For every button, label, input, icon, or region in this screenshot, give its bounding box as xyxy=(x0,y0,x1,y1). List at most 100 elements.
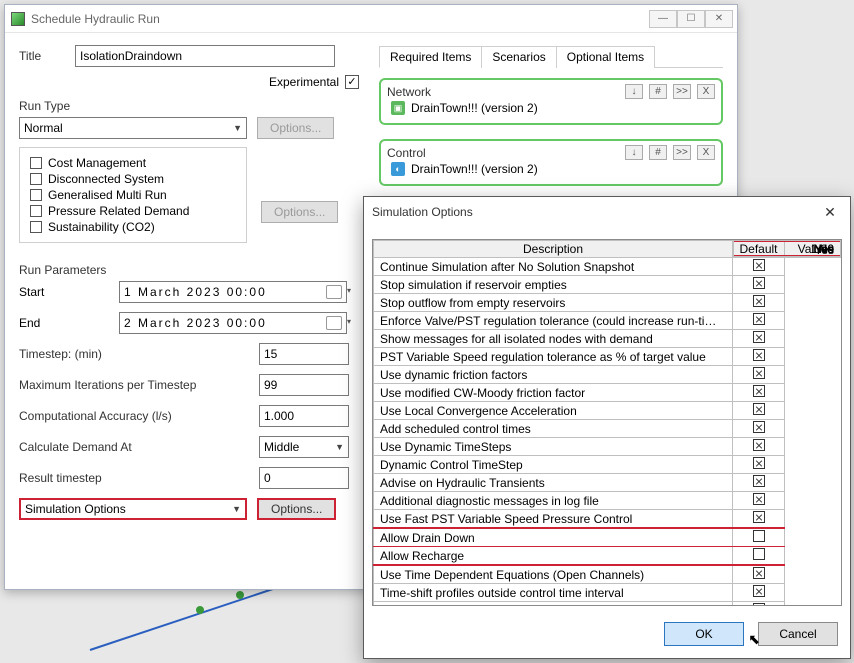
table-row[interactable]: Stop outflow from empty reservoirsYes xyxy=(374,294,841,312)
table-row[interactable]: Continue Simulation after No Solution Sn… xyxy=(374,258,841,276)
table-row[interactable]: Use Time Dependent Equations (Open Chann… xyxy=(374,565,841,584)
checkbox-icon xyxy=(753,403,765,415)
cell-default[interactable] xyxy=(733,474,785,492)
end-date-picker[interactable]: 2 March 2023 00:00 xyxy=(119,312,347,334)
check-option[interactable]: Disconnected System xyxy=(30,172,236,186)
card-x-button[interactable]: X xyxy=(697,84,715,99)
card-fwd-button[interactable]: >> xyxy=(673,84,691,99)
card-hash-button[interactable]: # xyxy=(649,145,667,160)
card-hash-button[interactable]: # xyxy=(649,84,667,99)
card-down-button[interactable]: ↓ xyxy=(625,145,643,160)
accuracy-input[interactable] xyxy=(259,405,349,427)
table-row[interactable]: Stop simulation if reservoir emptiesNo xyxy=(374,276,841,294)
cell-description: Use dynamic friction factors xyxy=(374,366,733,384)
cell-description: Additional diagnostic messages in log fi… xyxy=(374,492,733,510)
maximize-button[interactable]: ☐ xyxy=(677,10,705,28)
simoptions-select[interactable]: Simulation Options ▼ xyxy=(19,498,247,520)
table-row[interactable]: Advise on Hydraulic TransientsNo xyxy=(374,474,841,492)
tab-required-items[interactable]: Required Items xyxy=(379,46,482,68)
cell-default[interactable] xyxy=(733,547,785,566)
cell-default[interactable] xyxy=(733,330,785,348)
chevron-down-icon: ▼ xyxy=(335,442,344,452)
cell-value[interactable]: No xyxy=(733,240,841,257)
table-row[interactable]: Use Dynamic TimeStepsNo xyxy=(374,438,841,456)
minimize-button[interactable]: — xyxy=(649,10,677,28)
cell-default[interactable] xyxy=(733,276,785,294)
cell-default[interactable] xyxy=(733,584,785,602)
table-row[interactable]: Additional diagnostic messages in log fi… xyxy=(374,492,841,510)
check-option[interactable]: Generalised Multi Run xyxy=(30,188,236,202)
tab-optional-items[interactable]: Optional Items xyxy=(556,46,655,68)
card-fwd-button[interactable]: >> xyxy=(673,145,691,160)
cell-description: Advise on Hydraulic Transients xyxy=(374,474,733,492)
checkbox-icon xyxy=(753,349,765,361)
cell-default[interactable] xyxy=(733,492,785,510)
experimental-checkbox[interactable] xyxy=(345,75,359,89)
simoptions-button[interactable]: Options... xyxy=(257,498,336,520)
cancel-button[interactable]: Cancel xyxy=(758,622,838,646)
timestep-input[interactable] xyxy=(259,343,349,365)
cell-default[interactable] xyxy=(733,312,785,330)
cell-default[interactable] xyxy=(733,438,785,456)
table-row[interactable]: Iter Step setting for PRV valvesNo xyxy=(374,602,841,607)
maxiter-input[interactable] xyxy=(259,374,349,396)
table-row[interactable]: Use Fast PST Variable Speed Pressure Con… xyxy=(374,510,841,529)
calendar-icon xyxy=(326,285,342,299)
check-option[interactable]: Sustainability (CO2) xyxy=(30,220,236,234)
cell-default[interactable] xyxy=(733,420,785,438)
ok-button[interactable]: OK xyxy=(664,622,744,646)
cell-default[interactable] xyxy=(733,348,785,366)
table-row[interactable]: Use Local Convergence AccelerationYes xyxy=(374,402,841,420)
checkbox-icon xyxy=(753,548,765,560)
check-option[interactable]: Cost Management xyxy=(30,156,236,170)
cell-default[interactable] xyxy=(733,528,785,547)
tab-scenarios[interactable]: Scenarios xyxy=(481,46,556,68)
cell-default[interactable] xyxy=(733,602,785,607)
calcdemand-select[interactable]: Middle ▼ xyxy=(259,436,349,458)
title-input[interactable] xyxy=(75,45,335,67)
table-row[interactable]: Use modified CW-Moody friction factorYes xyxy=(374,384,841,402)
cell-default[interactable] xyxy=(733,565,785,584)
runtype-options-button[interactable]: Options... xyxy=(257,117,334,139)
table-row[interactable]: Show messages for all isolated nodes wit… xyxy=(374,330,841,348)
cell-default[interactable] xyxy=(733,258,785,276)
cell-description: Stop outflow from empty reservoirs xyxy=(374,294,733,312)
table-row[interactable]: Allow Drain DownYes xyxy=(374,528,841,547)
table-row[interactable]: Time-shift profiles outside control time… xyxy=(374,584,841,602)
close-button[interactable]: ✕ xyxy=(705,10,733,28)
cell-description: PST Variable Speed regulation tolerance … xyxy=(374,348,733,366)
table-row[interactable]: Add scheduled control timesNo xyxy=(374,420,841,438)
table-row[interactable]: Allow RechargeYes xyxy=(374,547,841,566)
checkbox-icon xyxy=(30,221,42,233)
check-option[interactable]: Pressure Related Demand xyxy=(30,204,236,218)
network-card: Network ↓ # >> X ▣ DrainTown!!! (version… xyxy=(379,78,723,125)
titlebar: Schedule Hydraulic Run — ☐ ✕ xyxy=(5,5,737,33)
cell-default[interactable] xyxy=(733,510,785,529)
result-ts-input[interactable] xyxy=(259,467,349,489)
cell-default[interactable] xyxy=(733,384,785,402)
cell-default[interactable] xyxy=(733,294,785,312)
cell-default[interactable] xyxy=(733,456,785,474)
timestep-label: Timestep: (min) xyxy=(19,347,259,361)
check-label: Pressure Related Demand xyxy=(48,204,189,218)
col-description[interactable]: Description xyxy=(374,241,733,258)
table-row[interactable]: Dynamic Control TimeStep0 xyxy=(374,456,841,474)
table-row[interactable]: Enforce Valve/PST regulation tolerance (… xyxy=(374,312,841,330)
cell-default[interactable] xyxy=(733,366,785,384)
dialog-close-button[interactable]: ✕ xyxy=(818,204,842,221)
cell-description: Time-shift profiles outside control time… xyxy=(374,584,733,602)
group-options-button[interactable]: Options... xyxy=(261,201,338,223)
checkbox-icon xyxy=(753,277,765,289)
start-date-picker[interactable]: 1 March 2023 00:00 xyxy=(119,281,347,303)
start-label: Start xyxy=(19,285,119,299)
cell-description: Use Dynamic TimeSteps xyxy=(374,438,733,456)
runtype-value: Normal xyxy=(24,121,63,135)
checkbox-icon xyxy=(753,567,765,579)
card-down-button[interactable]: ↓ xyxy=(625,84,643,99)
cell-default[interactable] xyxy=(733,402,785,420)
table-row[interactable]: PST Variable Speed regulation tolerance … xyxy=(374,348,841,366)
card-x-button[interactable]: X xyxy=(697,145,715,160)
table-row[interactable]: Use dynamic friction factorsNo xyxy=(374,366,841,384)
chevron-down-icon: ▼ xyxy=(233,123,242,133)
runtype-select[interactable]: Normal ▼ xyxy=(19,117,247,139)
